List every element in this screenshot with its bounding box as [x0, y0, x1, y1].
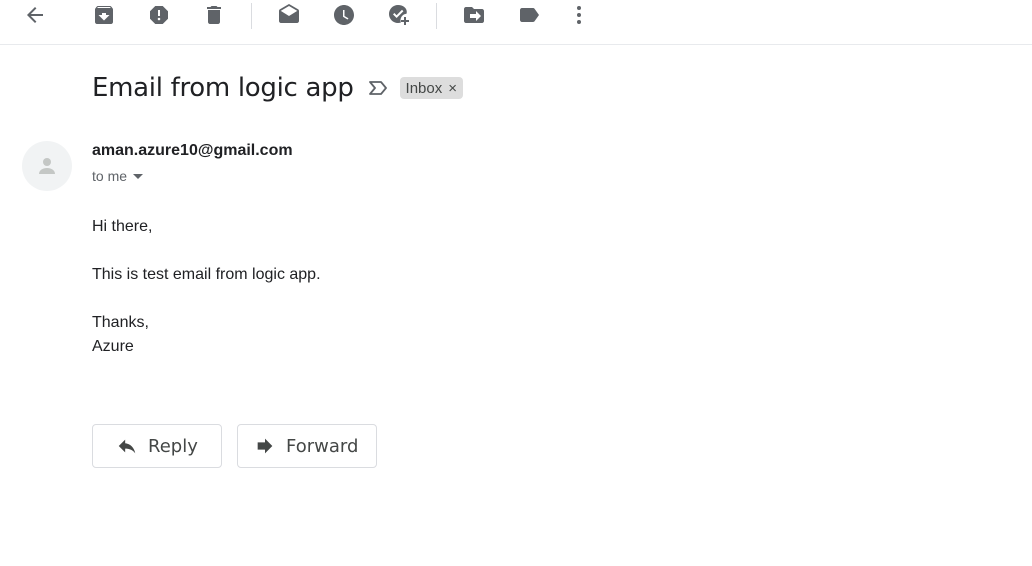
person-icon: [39, 158, 55, 174]
recipient-text: to me: [92, 168, 128, 184]
archive-button[interactable]: [92, 3, 116, 27]
forward-label: Forward: [286, 435, 359, 457]
recipient-details-toggle[interactable]: to me: [92, 168, 144, 184]
label-chip-text: Inbox: [405, 79, 443, 97]
move-to-button[interactable]: [462, 3, 486, 27]
email-body-signoff: Thanks,: [92, 314, 149, 331]
email-body-line: This is test email from logic app.: [92, 266, 321, 283]
forward-button[interactable]: Forward: [237, 424, 377, 468]
toolbar: [0, 0, 1032, 45]
mark-unread-button[interactable]: [277, 3, 301, 27]
report-spam-icon: [150, 6, 168, 24]
forward-icon: [257, 438, 273, 454]
importance-marker[interactable]: [368, 78, 388, 98]
snooze-icon: [334, 5, 354, 25]
mark-unread-icon: [279, 4, 299, 23]
toolbar-separator: [436, 3, 437, 29]
delete-button[interactable]: [202, 3, 226, 27]
snooze-button[interactable]: [332, 3, 356, 27]
more-button[interactable]: [567, 3, 591, 27]
subject-row: Email from logic app Inbox ×: [92, 72, 463, 104]
reply-icon: [118, 439, 136, 454]
remove-label-button[interactable]: ×: [448, 80, 457, 97]
add-task-button[interactable]: [387, 3, 411, 27]
delete-icon: [207, 6, 221, 24]
toolbar-separator: [251, 3, 252, 29]
labels-button[interactable]: [517, 3, 541, 27]
report-spam-button[interactable]: [147, 3, 171, 27]
back-icon: [27, 7, 43, 23]
reply-label: Reply: [148, 435, 198, 457]
email-body-signature: Azure: [92, 338, 134, 355]
more-icon: [577, 6, 581, 24]
add-task-icon: [389, 5, 409, 25]
labels-icon: [520, 8, 539, 22]
move-to-icon: [464, 7, 484, 23]
back-button[interactable]: [23, 3, 47, 27]
sender-email[interactable]: aman.azure10@gmail.com: [92, 142, 293, 160]
chevron-down-icon: [133, 173, 144, 179]
archive-icon: [95, 6, 113, 24]
email-subject: Email from logic app: [92, 73, 354, 103]
importance-icon: [368, 81, 387, 95]
email-body-greeting: Hi there,: [92, 218, 153, 235]
avatar[interactable]: [22, 141, 72, 191]
inbox-label-chip[interactable]: Inbox ×: [399, 77, 463, 99]
reply-button[interactable]: Reply: [92, 424, 222, 468]
